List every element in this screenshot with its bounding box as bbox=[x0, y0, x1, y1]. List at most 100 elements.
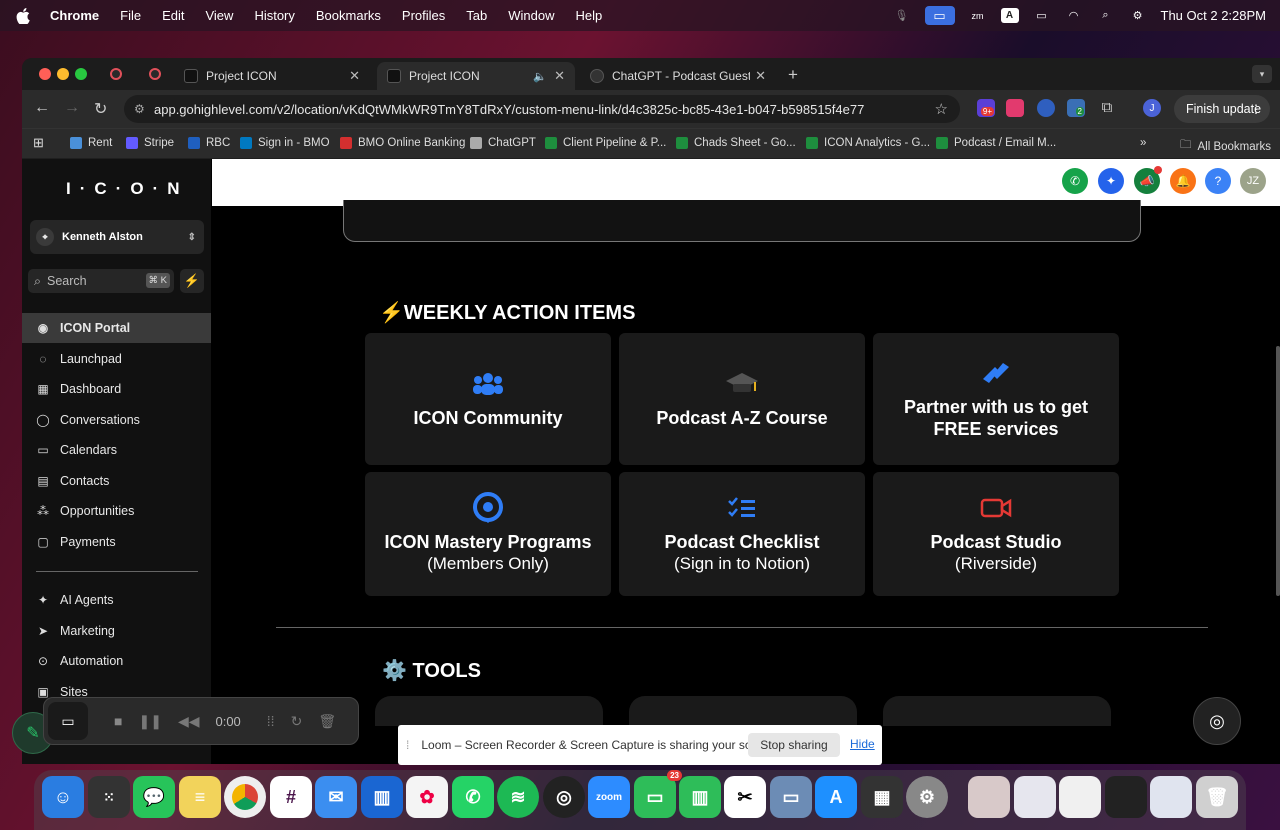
close-tab-icon[interactable]: ✕ bbox=[755, 68, 766, 84]
recent-window-thumbnail[interactable] bbox=[1150, 776, 1192, 818]
capcut-icon[interactable]: ✂ bbox=[724, 776, 766, 818]
minimize-window-button[interactable] bbox=[57, 68, 69, 80]
microphone-icon[interactable]: 🎙 bbox=[893, 9, 911, 23]
menu-chrome[interactable]: Chrome bbox=[50, 8, 99, 23]
reload-icon[interactable]: ↻ bbox=[94, 99, 107, 119]
whatsapp-icon[interactable]: ✆ bbox=[452, 776, 494, 818]
drag-handle-icon[interactable]: ⁞ bbox=[406, 738, 409, 752]
trash-bin-icon[interactable]: 🗑 bbox=[1196, 776, 1238, 818]
bookmark-bmo-online-banking[interactable]: BMO Online Banking bbox=[340, 137, 465, 149]
sidebar-item-marketing[interactable]: ➤ Marketing bbox=[22, 616, 211, 646]
slack-icon[interactable]: # bbox=[270, 776, 312, 818]
tab-project-icon-1[interactable]: Project ICON ✕ bbox=[174, 62, 370, 90]
card-icon-community[interactable]: ICON Community bbox=[365, 333, 611, 465]
speaker-icon[interactable]: 🔈 bbox=[533, 70, 547, 83]
tool-card[interactable] bbox=[883, 696, 1111, 726]
preview-icon[interactable]: ▭ bbox=[770, 776, 812, 818]
video-embed[interactable] bbox=[343, 200, 1141, 242]
user-avatar[interactable]: JZ bbox=[1240, 168, 1266, 194]
phone-icon[interactable]: ✆ bbox=[1062, 168, 1088, 194]
chat-widget-icon[interactable]: ◎ bbox=[1193, 697, 1241, 745]
spotify-icon[interactable]: ≋ bbox=[497, 776, 539, 818]
menu-profiles[interactable]: Profiles bbox=[402, 8, 445, 23]
apple-icon[interactable] bbox=[16, 7, 36, 24]
card-podcast-checklist[interactable]: Podcast Checklist (Sign in to Notion) bbox=[619, 472, 865, 596]
screen-share-icon[interactable]: ▭ bbox=[924, 6, 955, 25]
extension-icon[interactable] bbox=[1037, 99, 1055, 117]
tab-search-icon[interactable]: ▾ bbox=[1252, 65, 1272, 83]
mail-icon[interactable]: ✉ bbox=[315, 776, 357, 818]
bookmark-client-pipeline[interactable]: Client Pipeline & P... bbox=[545, 137, 666, 149]
calculator-icon[interactable]: ▦ bbox=[861, 776, 903, 818]
chrome-icon[interactable] bbox=[224, 776, 266, 818]
wifi-icon[interactable]: ◠ bbox=[1065, 9, 1083, 23]
menu-window[interactable]: Window bbox=[508, 8, 554, 23]
bookmark-star-icon[interactable]: ☆ bbox=[935, 100, 948, 118]
sidebar-item-opportunities[interactable]: ⁂ Opportunities bbox=[22, 496, 211, 526]
bookmark-rent[interactable]: Rent bbox=[70, 137, 112, 149]
stop-sharing-button[interactable]: Stop sharing bbox=[748, 733, 840, 757]
extension-icon[interactable] bbox=[1006, 99, 1024, 117]
more-bookmarks-icon[interactable]: » bbox=[1140, 137, 1146, 149]
bookmark-icon-analytics[interactable]: ICON Analytics - G... bbox=[806, 137, 930, 149]
menu-view[interactable]: View bbox=[205, 8, 233, 23]
bookmark-rbc[interactable]: RBC bbox=[188, 137, 230, 149]
extensions-puzzle-icon[interactable]: ⧉ bbox=[1098, 99, 1116, 117]
quick-actions-bolt-icon[interactable]: ⚡ bbox=[180, 269, 204, 293]
photos-icon[interactable]: ✿ bbox=[406, 776, 448, 818]
stop-recording-icon[interactable]: ■ bbox=[114, 713, 122, 729]
sidebar-item-payments[interactable]: ▢ Payments bbox=[22, 527, 211, 557]
new-tab-button[interactable]: + bbox=[788, 65, 798, 85]
menu-file[interactable]: File bbox=[120, 8, 141, 23]
rewind-icon[interactable]: ◀◀ bbox=[178, 713, 200, 730]
back-icon[interactable]: ← bbox=[34, 99, 50, 117]
zoom-icon[interactable]: zoom bbox=[588, 776, 630, 818]
apps-grid-icon[interactable]: ⊞ bbox=[33, 135, 44, 151]
trash-icon[interactable]: 🗑 bbox=[318, 713, 336, 730]
facetime-icon[interactable]: ▭ 23 bbox=[634, 770, 682, 818]
grid-dots-icon[interactable]: ⁞⁞ bbox=[267, 713, 275, 729]
bookmark-sign-in-bmo[interactable]: Sign in - BMO bbox=[240, 137, 330, 149]
zoom-status-icon[interactable]: zm bbox=[969, 9, 987, 23]
finder-icon[interactable]: ☺ bbox=[42, 776, 84, 818]
scrollbar[interactable] bbox=[1276, 346, 1280, 596]
extension-icon[interactable]: 9+ bbox=[977, 99, 995, 117]
pause-icon[interactable]: ❚❚ bbox=[138, 713, 161, 730]
sparkle-ai-icon[interactable]: ✦ bbox=[1098, 168, 1124, 194]
card-podcast-studio[interactable]: Podcast Studio (Riverside) bbox=[873, 472, 1119, 596]
tab-chatgpt[interactable]: ChatGPT - Podcast Guest Ou ✕ bbox=[580, 62, 776, 90]
bookmark-podcast-email[interactable]: Podcast / Email M... bbox=[936, 137, 1056, 149]
recent-window-thumbnail[interactable] bbox=[1059, 776, 1101, 818]
close-tab-icon[interactable]: ✕ bbox=[349, 68, 360, 84]
close-tab-icon[interactable]: ✕ bbox=[554, 68, 565, 84]
sidebar-item-ai-agents[interactable]: ✦ AI Agents bbox=[22, 585, 211, 615]
menu-history[interactable]: History bbox=[254, 8, 294, 23]
icon-logo[interactable]: I·C·O·N bbox=[66, 179, 188, 199]
hide-link[interactable]: Hide bbox=[850, 737, 875, 751]
sidebar-item-icon-portal[interactable]: ◉ ICON Portal bbox=[22, 313, 211, 343]
site-info-icon[interactable]: ⚙ bbox=[134, 102, 145, 116]
card-icon-mastery-programs[interactable]: ICON Mastery Programs (Members Only) bbox=[365, 472, 611, 596]
help-icon[interactable]: ? bbox=[1205, 168, 1231, 194]
notes-icon[interactable]: ≡ bbox=[179, 776, 221, 818]
menu-edit[interactable]: Edit bbox=[162, 8, 184, 23]
all-bookmarks-folder[interactable]: 🗀 All Bookmarks bbox=[1180, 137, 1271, 156]
finish-update-button[interactable]: Finish update ⋮ bbox=[1174, 95, 1270, 123]
spotlight-search-icon[interactable]: ⌕ bbox=[1097, 9, 1115, 23]
trello-icon[interactable]: ▥ bbox=[361, 776, 403, 818]
sidebar-item-contacts[interactable]: ▤ Contacts bbox=[22, 466, 211, 496]
menu-bookmarks[interactable]: Bookmarks bbox=[316, 8, 381, 23]
forward-icon[interactable]: → bbox=[64, 99, 80, 117]
recent-window-thumbnail[interactable] bbox=[1014, 776, 1056, 818]
search-input[interactable]: ⌕ Search ⌘ K bbox=[28, 269, 174, 293]
numbers-icon[interactable]: ▥ bbox=[679, 776, 721, 818]
maximize-window-button[interactable] bbox=[75, 68, 87, 80]
menubar-clock[interactable]: Thu Oct 2 2:28PM bbox=[1161, 8, 1267, 23]
input-source-icon[interactable]: A bbox=[1000, 8, 1019, 23]
card-partner-free-services[interactable]: Partner with us to get FREE services bbox=[873, 333, 1119, 465]
sidebar-item-launchpad[interactable]: ◌ Launchpad bbox=[22, 344, 211, 374]
sidebar-item-calendars[interactable]: ▭ Calendars bbox=[22, 435, 211, 465]
restart-icon[interactable]: ↻ bbox=[291, 713, 303, 730]
profile-avatar[interactable]: J bbox=[1143, 99, 1161, 117]
account-switcher[interactable]: ⌖ Kenneth Alston ⇕ bbox=[30, 220, 204, 254]
